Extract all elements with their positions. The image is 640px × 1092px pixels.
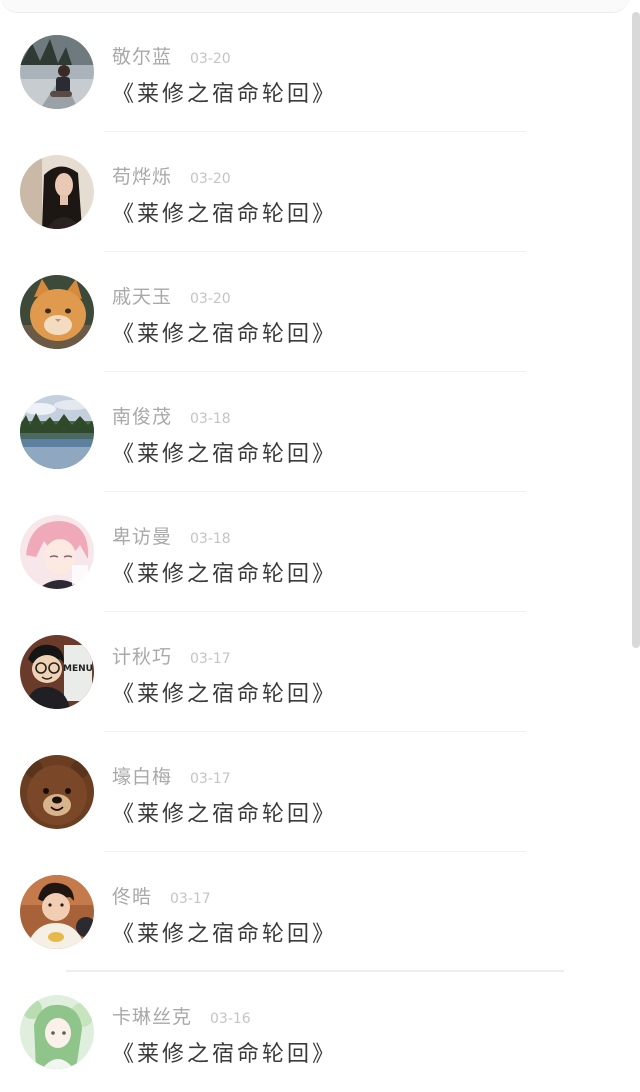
comment-date: 03-20 xyxy=(190,171,231,187)
comment-text: 《莱修之宿命轮回》 xyxy=(112,562,338,587)
user-name[interactable]: 卑访曼 xyxy=(112,522,172,549)
avatar-cartoon-menu-icon: MENU xyxy=(20,635,94,709)
comment-date: 03-20 xyxy=(190,51,231,67)
list-item[interactable]: 壕白梅 03-17 《莱修之宿命轮回》 xyxy=(0,732,630,852)
comment-text: 《莱修之宿命轮回》 xyxy=(112,82,338,107)
comment-meta: 戚天玉 03-20 xyxy=(112,282,231,309)
user-name[interactable]: 敬尔蓝 xyxy=(112,42,172,69)
list-item[interactable]: 卡琳丝克 03-16 《莱修之宿命轮回》 xyxy=(0,972,630,1092)
list-item[interactable]: MENU 计秋巧 03-17 《莱修之宿命轮回》 xyxy=(0,612,630,732)
avatar[interactable] xyxy=(20,155,94,229)
avatar-lake-landscape-icon xyxy=(20,395,94,469)
list-item[interactable]: 卑访曼 03-18 《莱修之宿命轮回》 xyxy=(0,492,630,612)
comment-text: 《莱修之宿命轮回》 xyxy=(112,1042,338,1067)
avatar[interactable] xyxy=(20,515,94,589)
comment-date: 03-17 xyxy=(170,891,211,907)
comment-meta: 壕白梅 03-17 xyxy=(112,762,231,789)
user-name[interactable]: 壕白梅 xyxy=(112,762,172,789)
comment-date: 03-18 xyxy=(190,411,231,427)
avatar-anime-pink-hair-icon xyxy=(20,515,94,589)
avatar[interactable] xyxy=(20,395,94,469)
avatar-anime-green-icon xyxy=(20,995,94,1069)
comment-text: 《莱修之宿命轮回》 xyxy=(112,802,338,827)
avatar-woman-portrait-icon xyxy=(20,155,94,229)
user-name[interactable]: 戚天玉 xyxy=(112,282,172,309)
comment-date: 03-20 xyxy=(190,291,231,307)
comment-text: 《莱修之宿命轮回》 xyxy=(112,922,338,947)
comment-list: 敬尔蓝 03-20 《莱修之宿命轮回》 苟烨烁 03-20 《莱修之宿命轮回》 xyxy=(0,12,630,1092)
comment-meta: 苟烨烁 03-20 xyxy=(112,162,231,189)
avatar[interactable] xyxy=(20,875,94,949)
avatar-brown-bear-icon xyxy=(20,755,94,829)
user-name[interactable]: 佟晧 xyxy=(112,882,152,909)
comment-date: 03-17 xyxy=(190,651,231,667)
scrollbar[interactable] xyxy=(632,12,640,648)
comment-meta: 敬尔蓝 03-20 xyxy=(112,42,231,69)
user-name[interactable]: 计秋巧 xyxy=(112,642,172,669)
comment-date: 03-17 xyxy=(190,771,231,787)
comment-text: 《莱修之宿命轮回》 xyxy=(112,442,338,467)
list-item[interactable]: 敬尔蓝 03-20 《莱修之宿命轮回》 xyxy=(0,12,630,132)
comment-text: 《莱修之宿命轮回》 xyxy=(112,682,338,707)
user-name[interactable]: 卡琳丝克 xyxy=(112,1002,192,1029)
comment-meta: 卡琳丝克 03-16 xyxy=(112,1002,251,1029)
user-name[interactable]: 苟烨烁 xyxy=(112,162,172,189)
avatar-girl-road-icon xyxy=(20,35,94,109)
list-item[interactable]: 戚天玉 03-20 《莱修之宿命轮回》 xyxy=(0,252,630,372)
comment-meta: 计秋巧 03-17 xyxy=(112,642,231,669)
avatar[interactable] xyxy=(20,275,94,349)
avatar[interactable] xyxy=(20,755,94,829)
list-item[interactable]: 苟烨烁 03-20 《莱修之宿命轮回》 xyxy=(0,132,630,252)
avatar[interactable] xyxy=(20,35,94,109)
avatar-boy-photo-icon xyxy=(20,875,94,949)
comment-meta: 卑访曼 03-18 xyxy=(112,522,231,549)
list-item[interactable]: 佟晧 03-17 《莱修之宿命轮回》 xyxy=(0,852,630,972)
avatar[interactable] xyxy=(20,995,94,1069)
comment-meta: 佟晧 03-17 xyxy=(112,882,211,909)
comment-date: 03-18 xyxy=(190,531,231,547)
comment-text: 《莱修之宿命轮回》 xyxy=(112,322,338,347)
avatar[interactable]: MENU xyxy=(20,635,94,709)
comment-date: 03-16 xyxy=(210,1011,251,1027)
avatar-menu-sign: MENU xyxy=(63,664,93,674)
comment-text: 《莱修之宿命轮回》 xyxy=(112,202,338,227)
user-name[interactable]: 南俊茂 xyxy=(112,402,172,429)
avatar-orange-cat-icon xyxy=(20,275,94,349)
list-item[interactable]: 南俊茂 03-18 《莱修之宿命轮回》 xyxy=(0,372,630,492)
comment-meta: 南俊茂 03-18 xyxy=(112,402,231,429)
